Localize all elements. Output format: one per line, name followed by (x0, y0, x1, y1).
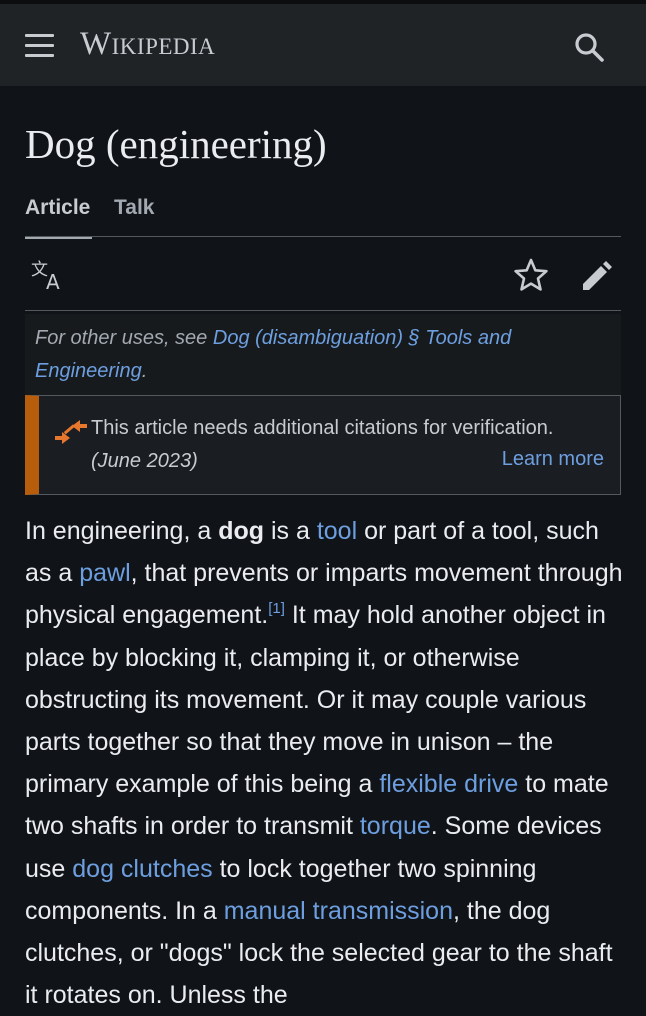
hamburger-menu-icon[interactable] (25, 34, 55, 58)
svg-text:A: A (46, 270, 60, 292)
citation-notice: This article needs additional citations … (25, 395, 621, 495)
header: Wikipedia (0, 0, 646, 86)
notice-message: This article needs additional citations … (91, 417, 554, 439)
body-text: It may hold another object in place by b… (25, 601, 606, 799)
hatnote: For other uses, see Dog (disambiguation)… (25, 314, 621, 396)
page-title: Dog (engineering) (25, 121, 327, 167)
torque-link[interactable]: torque (360, 812, 431, 840)
tab-talk[interactable]: Talk (114, 196, 154, 236)
reference-link[interactable]: [1] (268, 600, 285, 617)
language-icon[interactable]: 文 A (31, 258, 67, 294)
tab-article[interactable]: Article (25, 196, 92, 239)
star-icon[interactable] (513, 258, 549, 292)
tabs-divider (25, 236, 621, 237)
learn-more-link[interactable]: Learn more (502, 448, 604, 471)
body-text: In engineering, a (25, 517, 219, 545)
notice-date: (June 2023) (91, 450, 198, 472)
pawl-link[interactable]: pawl (79, 559, 130, 587)
toolbar-divider (25, 310, 621, 311)
dog-clutches-link[interactable]: dog clutches (72, 855, 212, 883)
tool-link[interactable]: tool (317, 517, 357, 545)
wikipedia-wordmark[interactable]: Wikipedia (80, 26, 215, 63)
pencil-icon[interactable] (579, 258, 615, 292)
hatnote-suffix: . (141, 360, 148, 382)
citation-needed-icon (54, 418, 88, 448)
manual-transmission-link[interactable]: manual transmission (224, 897, 453, 925)
article-body: In engineering, a dog is a tool or part … (25, 510, 625, 1016)
flexible-drive-link[interactable]: flexible drive (379, 770, 518, 798)
hatnote-prefix: For other uses, see (35, 327, 213, 349)
bold-term: dog (218, 517, 265, 545)
body-text: is a (264, 517, 317, 545)
search-icon[interactable] (572, 30, 608, 66)
